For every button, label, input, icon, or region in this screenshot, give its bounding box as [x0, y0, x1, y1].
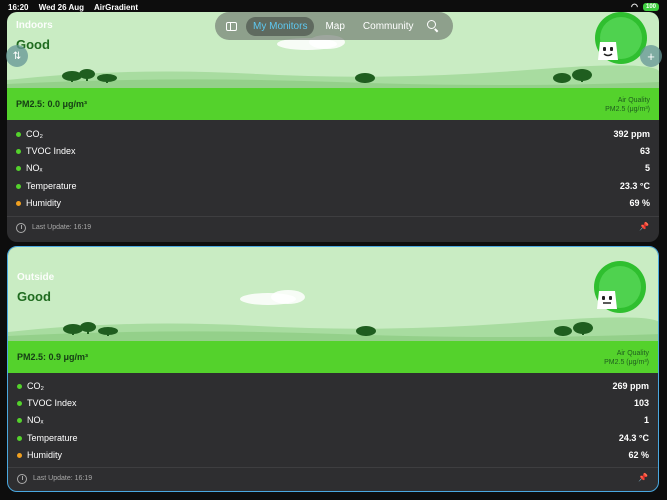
card-footer: Last Update: 16:19 📌 — [7, 216, 659, 238]
metric-row-co2: CO₂ 269 ppm — [8, 378, 658, 395]
add-monitor-button[interactable]: + — [640, 45, 662, 67]
metric-name: TVOC Index — [27, 398, 77, 409]
status-dot — [16, 200, 21, 206]
tab-my-monitors[interactable]: My Monitors — [246, 16, 315, 36]
metric-row-tvoc: TVOC Index 103 — [8, 395, 658, 412]
sort-button[interactable]: ⇅ — [6, 45, 28, 67]
metric-value: 392 ppm — [613, 129, 650, 139]
status-dot — [16, 149, 21, 155]
metric-name: Humidity — [26, 197, 62, 208]
metric-name: Temperature — [26, 180, 77, 191]
tab-community[interactable]: Community — [356, 17, 421, 36]
status-dot — [17, 435, 22, 441]
pm25-label: PM2.5: 0.0 μg/m³ — [16, 99, 88, 109]
air-quality-legend: Air Quality PM2.5 (μg/m³) — [604, 349, 649, 367]
status-app: AirGradient — [93, 3, 138, 12]
top-navigation: My Monitors Map Community — [215, 12, 453, 40]
air-quality-face-icon — [594, 261, 646, 313]
metric-row-nox: NOₓ 5 — [7, 160, 659, 177]
metric-value: 62 % — [628, 449, 649, 460]
battery-icon: 100 — [642, 2, 659, 11]
status-dot — [16, 132, 21, 137]
status-dot — [17, 401, 22, 407]
monitor-card-indoors[interactable]: Indoors Good PM2.5: 0.0 μg/m³ Air Qualit… — [7, 12, 659, 242]
last-update: Last Update: 16:19 — [32, 224, 92, 231]
metric-value: 269 ppm — [612, 381, 649, 391]
metric-value: 23.3 °C — [619, 180, 650, 191]
metric-value: 63 — [639, 146, 650, 157]
clock-icon — [17, 474, 27, 484]
status-time: 16:20 — [8, 3, 29, 12]
metric-name: TVOC Index — [26, 146, 76, 157]
metric-value: 5 — [644, 163, 650, 174]
pin-icon[interactable]: 📌 — [639, 222, 649, 231]
tab-map[interactable]: Map — [318, 17, 351, 36]
status-dot — [17, 418, 22, 424]
metric-name: Humidity — [27, 449, 63, 460]
location-name: Indoors — [16, 20, 53, 31]
metric-name: Temperature — [27, 432, 78, 443]
air-quality-status: Good — [17, 289, 51, 304]
metric-value: 69 % — [629, 197, 650, 208]
sidebar-icon — [225, 21, 237, 31]
metric-value: 103 — [633, 398, 649, 409]
sort-arrows-icon: ⇅ — [12, 50, 22, 62]
status-dot — [16, 166, 21, 172]
status-dot — [16, 183, 21, 189]
metric-name: CO₂ — [27, 381, 44, 391]
metrics-list: CO₂ 392 ppm TVOC Index 63 NOₓ 5 Temperat… — [7, 126, 659, 212]
aq-line1: Air Quality — [617, 97, 650, 104]
pin-icon[interactable]: 📌 — [638, 473, 648, 482]
location-name: Outside — [17, 272, 55, 283]
metric-row-temperature: Temperature 23.3 °C — [7, 178, 659, 195]
metric-row-co2: CO₂ 392 ppm — [7, 126, 659, 143]
plus-icon: + — [647, 48, 655, 64]
metric-row-temperature: Temperature 24.3 °C — [8, 430, 658, 447]
status-dot — [17, 452, 22, 458]
metric-value: 24.3 °C — [618, 432, 649, 443]
sidebar-toggle-button[interactable] — [220, 17, 242, 35]
aq-line2: PM2.5 (μg/m³) — [604, 359, 649, 366]
metric-row-tvoc: TVOC Index 63 — [7, 143, 659, 160]
metric-row-humidity: Humidity 62 % — [8, 447, 658, 464]
last-update: Last Update: 16:19 — [33, 475, 93, 482]
pm25-bar: PM2.5: 0.9 μg/m³ Air Quality PM2.5 (μg/m… — [8, 341, 658, 373]
metric-name: NOₓ — [27, 415, 44, 426]
metric-value: 1 — [643, 415, 649, 426]
metrics-list: CO₂ 269 ppm TVOC Index 103 NOₓ 1 Tempera… — [8, 378, 658, 464]
metric-name: NOₓ — [26, 163, 43, 174]
status-dot — [17, 384, 22, 389]
pm25-label: PM2.5: 0.9 μg/m³ — [17, 352, 89, 362]
monitor-card-outside[interactable]: Outside Good PM2.5: 0.9 μg/m³ Air Qualit… — [7, 246, 659, 492]
clock-icon — [16, 223, 26, 233]
aq-line1: Air Quality — [616, 350, 649, 357]
metric-row-humidity: Humidity 69 % — [7, 195, 659, 212]
status-date: Wed 26 Aug — [38, 3, 85, 12]
pm25-bar: PM2.5: 0.0 μg/m³ Air Quality PM2.5 (μg/m… — [7, 88, 659, 120]
landscape-scene: Outside Good — [8, 247, 658, 341]
metric-row-nox: NOₓ 1 — [8, 412, 658, 429]
metric-name: CO₂ — [26, 129, 43, 139]
aq-line2: PM2.5 (μg/m³) — [605, 106, 650, 113]
wifi-icon: ◠ — [631, 2, 638, 11]
air-quality-legend: Air Quality PM2.5 (μg/m³) — [605, 96, 650, 114]
card-footer: Last Update: 16:19 📌 — [8, 467, 658, 489]
search-icon[interactable] — [426, 19, 440, 33]
